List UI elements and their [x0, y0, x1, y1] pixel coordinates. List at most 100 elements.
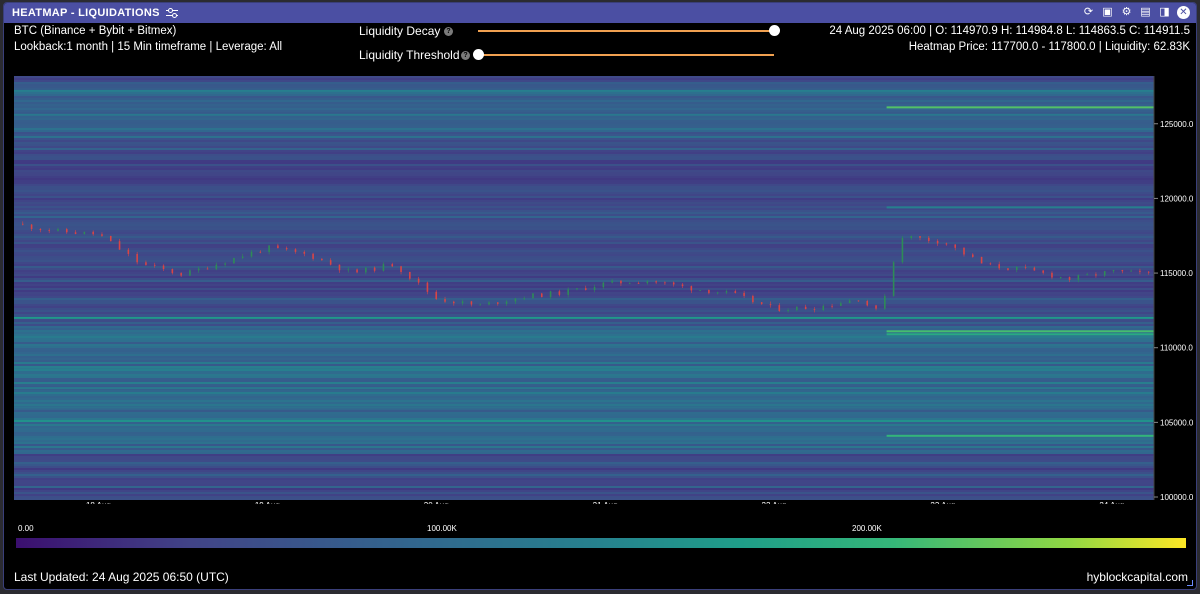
heatmap-row	[14, 88, 1154, 90]
y-tick-label: 105000.0	[1160, 418, 1194, 427]
heatmap-row	[14, 490, 1154, 492]
heatmap-row	[14, 110, 1154, 112]
candle-body	[593, 287, 596, 290]
candle-body	[488, 302, 490, 305]
candle-body	[884, 295, 886, 309]
candle-body	[699, 289, 701, 291]
heatmap-row	[14, 160, 1154, 162]
candle-body	[30, 224, 33, 229]
candle-body	[321, 258, 323, 261]
heatmap-row	[14, 226, 1154, 228]
liquidity-band	[14, 387, 1154, 390]
heatmap-row	[14, 164, 1154, 166]
candle-body	[848, 300, 851, 304]
heatmap-row	[14, 422, 1154, 424]
candle-body	[470, 301, 473, 305]
heatmap-row	[14, 448, 1154, 450]
heatmap-row	[14, 234, 1154, 236]
sliders-icon[interactable]	[165, 8, 178, 18]
x-tick-label: 22 Aug	[762, 501, 787, 504]
heatmap-row	[14, 364, 1154, 366]
resize-handle[interactable]	[1187, 580, 1193, 586]
y-tick-label: 110000.0	[1160, 344, 1193, 353]
candle-body	[1068, 277, 1071, 280]
brand-link[interactable]: hyblockcapital.com	[1087, 570, 1188, 584]
heatmap-row	[14, 112, 1154, 114]
refresh-icon[interactable]: ⟳	[1082, 6, 1095, 19]
candle-body	[496, 302, 499, 304]
heatmap-row	[14, 98, 1154, 100]
heatmap-row	[14, 460, 1154, 462]
candle-body	[1086, 274, 1088, 276]
heatmap-row	[14, 92, 1154, 94]
gear-icon[interactable]: ⚙	[1120, 6, 1133, 19]
candle-body	[514, 298, 517, 302]
heatmap-row	[14, 96, 1154, 98]
threshold-help-icon[interactable]: ?	[461, 51, 470, 60]
heatmap-row	[14, 278, 1154, 280]
candle-body	[611, 280, 613, 283]
snapshot-icon[interactable]: ◨	[1158, 6, 1171, 19]
candle-body	[426, 282, 429, 292]
candle-body	[39, 228, 42, 231]
liquidity-decay-slider[interactable]	[769, 25, 780, 36]
heatmap-row	[14, 146, 1154, 148]
heatmap-row	[14, 290, 1154, 292]
heatmap-row	[14, 328, 1154, 330]
candle-body	[180, 273, 182, 276]
heatmap-row	[14, 356, 1154, 358]
heatmap-row	[14, 314, 1154, 316]
heatmap-row	[14, 194, 1154, 196]
heatmap-row	[14, 174, 1154, 176]
heatmap-row	[14, 444, 1154, 446]
candle-body	[391, 264, 394, 267]
heatmap-chart[interactable]: 125000.0 120000.0 115000.0 110000.0 105000.0…	[14, 76, 1194, 510]
x-tick-label: 21 Aug	[593, 501, 618, 504]
heatmap-row	[14, 220, 1154, 222]
heatmap-row	[14, 440, 1154, 442]
candle-body	[540, 293, 543, 298]
heatmap-row	[14, 258, 1154, 260]
heatmap-row	[14, 348, 1154, 350]
candle-body	[1139, 270, 1141, 272]
candle-body	[1051, 272, 1053, 278]
heatmap-row	[14, 384, 1154, 386]
candle-body	[743, 292, 745, 296]
liquidity-threshold-slider[interactable]	[473, 49, 484, 60]
candle-body	[206, 268, 209, 270]
liquidity-threshold-track[interactable]	[478, 54, 774, 56]
heatmap-row	[14, 102, 1154, 104]
candle-body	[65, 229, 68, 233]
liquidity-band	[886, 206, 1154, 209]
heatmap-row	[14, 288, 1154, 290]
close-icon[interactable]: ✕	[1177, 6, 1190, 19]
heatmap-row	[14, 340, 1154, 342]
candle-body	[171, 269, 174, 274]
camera-icon[interactable]: ▣	[1101, 6, 1114, 19]
window-toolbar: ⟳ ▣ ⚙ ▤ ◨ ✕	[1082, 6, 1190, 19]
heatmap-row	[14, 116, 1154, 118]
candle-body	[57, 229, 59, 231]
heatmap-row	[14, 392, 1154, 394]
heatmap-row	[14, 184, 1154, 186]
liquidity-decay-track[interactable]	[478, 30, 774, 32]
heatmap-row	[14, 192, 1154, 194]
heatmap-row	[14, 494, 1154, 496]
x-tick-label: 19 Aug	[255, 501, 280, 504]
candle-body	[153, 264, 156, 266]
heatmap-row	[14, 124, 1154, 126]
candle-body	[417, 278, 420, 283]
candle-body	[461, 301, 464, 304]
heatmap-row	[14, 320, 1154, 322]
candle-body	[277, 245, 279, 249]
decay-help-icon[interactable]: ?	[444, 27, 453, 36]
heatmap-row	[14, 152, 1154, 154]
legend-min-label: 0.00	[18, 524, 34, 533]
candle-body	[101, 234, 103, 236]
liquidity-colorbar	[16, 538, 1186, 548]
heatmap-row	[14, 246, 1154, 248]
candle-body	[813, 309, 816, 311]
heatmap-row	[14, 282, 1154, 284]
save-icon[interactable]: ▤	[1139, 6, 1152, 19]
heatmap-row	[14, 80, 1154, 82]
